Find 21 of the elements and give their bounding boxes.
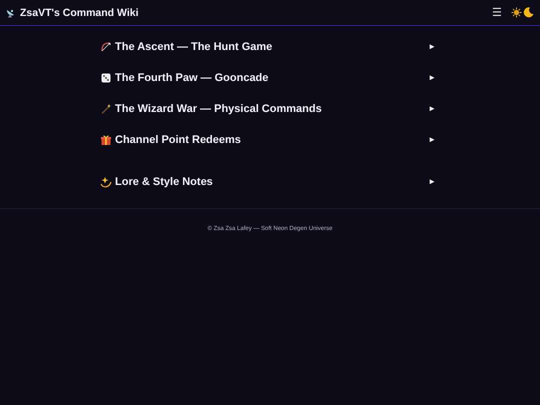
magic-wand-icon xyxy=(100,102,112,114)
gift-icon xyxy=(100,134,112,146)
dizzy-star-icon xyxy=(100,176,112,188)
bow-and-arrow-icon xyxy=(100,40,112,52)
expand-arrow: ► xyxy=(428,135,436,144)
section-link[interactable]: Lore & Style Notes ► xyxy=(100,166,440,197)
site-title: ZsaVT's Command Wiki xyxy=(20,6,139,18)
expand-arrow: ► xyxy=(428,104,436,113)
expand-arrow: ► xyxy=(428,73,436,82)
dice-icon xyxy=(100,72,112,84)
expand-arrow: ► xyxy=(428,177,436,186)
section-link[interactable]: The Ascent — The Hunt Game ► xyxy=(100,31,440,62)
expand-arrow: ► xyxy=(428,42,436,51)
sun-icon xyxy=(511,7,522,18)
section-link[interactable]: The Wizard War — Physical Commands ► xyxy=(100,93,440,124)
menu-button[interactable]: ☰ xyxy=(492,6,502,19)
moon-icon xyxy=(523,7,534,18)
section-link[interactable]: Channel Point Redeems ► xyxy=(100,124,440,155)
satellite-dish-icon xyxy=(6,8,16,18)
theme-toggle[interactable] xyxy=(511,7,534,18)
section-link[interactable]: The Fourth Paw — Gooncade ► xyxy=(100,62,440,93)
